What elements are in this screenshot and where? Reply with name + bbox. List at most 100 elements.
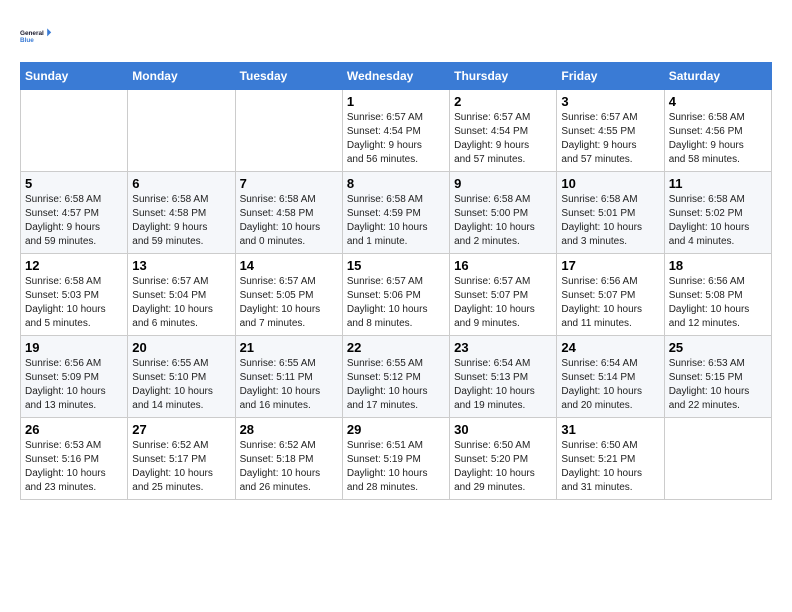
day-number: 2	[454, 94, 552, 109]
day-number: 24	[561, 340, 659, 355]
page-header: GeneralBlue	[20, 20, 772, 52]
day-info: Sunrise: 6:57 AM Sunset: 5:04 PM Dayligh…	[132, 275, 230, 331]
day-number: 25	[669, 340, 767, 355]
day-number: 31	[561, 422, 659, 437]
calendar-cell: 30 Sunrise: 6:50 AM Sunset: 5:20 PM Dayli…	[450, 418, 557, 500]
day-header-wednesday: Wednesday	[342, 63, 449, 90]
day-number: 16	[454, 258, 552, 273]
day-info: Sunrise: 6:58 AM Sunset: 5:01 PM Dayligh…	[561, 193, 659, 249]
day-info: Sunrise: 6:57 AM Sunset: 4:54 PM Dayligh…	[454, 111, 552, 167]
day-number: 18	[669, 258, 767, 273]
calendar-cell: 28 Sunrise: 6:52 AM Sunset: 5:18 PM Dayli…	[235, 418, 342, 500]
day-info: Sunrise: 6:57 AM Sunset: 4:54 PM Dayligh…	[347, 111, 445, 167]
day-info: Sunrise: 6:58 AM Sunset: 5:00 PM Dayligh…	[454, 193, 552, 249]
day-info: Sunrise: 6:57 AM Sunset: 5:05 PM Dayligh…	[240, 275, 338, 331]
calendar-cell	[664, 418, 771, 500]
calendar-cell	[128, 90, 235, 172]
logo-icon: GeneralBlue	[20, 20, 52, 52]
calendar-table: SundayMondayTuesdayWednesdayThursdayFrid…	[20, 62, 772, 500]
day-info: Sunrise: 6:54 AM Sunset: 5:13 PM Dayligh…	[454, 357, 552, 413]
day-number: 21	[240, 340, 338, 355]
calendar-cell: 23 Sunrise: 6:54 AM Sunset: 5:13 PM Dayli…	[450, 336, 557, 418]
calendar-cell: 5 Sunrise: 6:58 AM Sunset: 4:57 PM Daylig…	[21, 172, 128, 254]
day-info: Sunrise: 6:58 AM Sunset: 4:59 PM Dayligh…	[347, 193, 445, 249]
calendar-cell: 21Sunrise: 6:55 AM Sunset: 5:11 PM Dayli…	[235, 336, 342, 418]
logo: GeneralBlue	[20, 20, 52, 52]
calendar-cell: 1 Sunrise: 6:57 AM Sunset: 4:54 PM Daylig…	[342, 90, 449, 172]
day-number: 11	[669, 176, 767, 191]
calendar-cell: 18Sunrise: 6:56 AM Sunset: 5:08 PM Dayli…	[664, 254, 771, 336]
calendar-cell	[21, 90, 128, 172]
day-info: Sunrise: 6:58 AM Sunset: 5:02 PM Dayligh…	[669, 193, 767, 249]
day-number: 10	[561, 176, 659, 191]
day-number: 26	[25, 422, 123, 437]
day-header-thursday: Thursday	[450, 63, 557, 90]
day-number: 1	[347, 94, 445, 109]
day-info: Sunrise: 6:53 AM Sunset: 5:16 PM Dayligh…	[25, 439, 123, 495]
day-number: 23	[454, 340, 552, 355]
day-info: Sunrise: 6:50 AM Sunset: 5:20 PM Dayligh…	[454, 439, 552, 495]
calendar-cell: 7Sunrise: 6:58 AM Sunset: 4:58 PM Daylig…	[235, 172, 342, 254]
day-info: Sunrise: 6:58 AM Sunset: 4:57 PM Dayligh…	[25, 193, 123, 249]
day-number: 30	[454, 422, 552, 437]
day-header-monday: Monday	[128, 63, 235, 90]
calendar-cell: 29 Sunrise: 6:51 AM Sunset: 5:19 PM Dayli…	[342, 418, 449, 500]
day-info: Sunrise: 6:55 AM Sunset: 5:10 PM Dayligh…	[132, 357, 230, 413]
calendar-cell: 19 Sunrise: 6:56 AM Sunset: 5:09 PM Dayli…	[21, 336, 128, 418]
day-number: 6	[132, 176, 230, 191]
week-row-0: 1 Sunrise: 6:57 AM Sunset: 4:54 PM Daylig…	[21, 90, 772, 172]
day-info: Sunrise: 6:54 AM Sunset: 5:14 PM Dayligh…	[561, 357, 659, 413]
calendar-cell: 8Sunrise: 6:58 AM Sunset: 4:59 PM Daylig…	[342, 172, 449, 254]
calendar-cell: 13 Sunrise: 6:57 AM Sunset: 5:04 PM Dayli…	[128, 254, 235, 336]
calendar-cell: 9 Sunrise: 6:58 AM Sunset: 5:00 PM Daylig…	[450, 172, 557, 254]
day-info: Sunrise: 6:56 AM Sunset: 5:07 PM Dayligh…	[561, 275, 659, 331]
calendar-cell	[235, 90, 342, 172]
calendar-cell: 24 Sunrise: 6:54 AM Sunset: 5:14 PM Dayli…	[557, 336, 664, 418]
day-number: 9	[454, 176, 552, 191]
day-header-tuesday: Tuesday	[235, 63, 342, 90]
day-number: 19	[25, 340, 123, 355]
calendar-cell: 15Sunrise: 6:57 AM Sunset: 5:06 PM Dayli…	[342, 254, 449, 336]
day-number: 20	[132, 340, 230, 355]
day-number: 27	[132, 422, 230, 437]
calendar-cell: 11 Sunrise: 6:58 AM Sunset: 5:02 PM Dayli…	[664, 172, 771, 254]
calendar-cell: 22Sunrise: 6:55 AM Sunset: 5:12 PM Dayli…	[342, 336, 449, 418]
day-header-sunday: Sunday	[21, 63, 128, 90]
calendar-cell: 10 Sunrise: 6:58 AM Sunset: 5:01 PM Dayli…	[557, 172, 664, 254]
day-info: Sunrise: 6:50 AM Sunset: 5:21 PM Dayligh…	[561, 439, 659, 495]
day-number: 22	[347, 340, 445, 355]
day-info: Sunrise: 6:52 AM Sunset: 5:18 PM Dayligh…	[240, 439, 338, 495]
day-info: Sunrise: 6:58 AM Sunset: 4:58 PM Dayligh…	[132, 193, 230, 249]
calendar-cell: 26 Sunrise: 6:53 AM Sunset: 5:16 PM Dayli…	[21, 418, 128, 500]
day-info: Sunrise: 6:58 AM Sunset: 4:56 PM Dayligh…	[669, 111, 767, 167]
calendar-cell: 20 Sunrise: 6:55 AM Sunset: 5:10 PM Dayli…	[128, 336, 235, 418]
svg-text:Blue: Blue	[20, 37, 34, 44]
day-info: Sunrise: 6:57 AM Sunset: 5:07 PM Dayligh…	[454, 275, 552, 331]
day-info: Sunrise: 6:52 AM Sunset: 5:17 PM Dayligh…	[132, 439, 230, 495]
week-row-4: 26 Sunrise: 6:53 AM Sunset: 5:16 PM Dayli…	[21, 418, 772, 500]
day-number: 14	[240, 258, 338, 273]
calendar-cell: 17Sunrise: 6:56 AM Sunset: 5:07 PM Dayli…	[557, 254, 664, 336]
day-info: Sunrise: 6:58 AM Sunset: 5:03 PM Dayligh…	[25, 275, 123, 331]
day-number: 5	[25, 176, 123, 191]
day-info: Sunrise: 6:56 AM Sunset: 5:09 PM Dayligh…	[25, 357, 123, 413]
day-number: 12	[25, 258, 123, 273]
day-number: 4	[669, 94, 767, 109]
calendar-cell: 3 Sunrise: 6:57 AM Sunset: 4:55 PM Daylig…	[557, 90, 664, 172]
calendar-cell: 25 Sunrise: 6:53 AM Sunset: 5:15 PM Dayli…	[664, 336, 771, 418]
calendar-cell: 16 Sunrise: 6:57 AM Sunset: 5:07 PM Dayli…	[450, 254, 557, 336]
day-number: 29	[347, 422, 445, 437]
day-number: 13	[132, 258, 230, 273]
week-row-2: 12 Sunrise: 6:58 AM Sunset: 5:03 PM Dayli…	[21, 254, 772, 336]
calendar-cell: 2 Sunrise: 6:57 AM Sunset: 4:54 PM Daylig…	[450, 90, 557, 172]
day-header-saturday: Saturday	[664, 63, 771, 90]
day-info: Sunrise: 6:57 AM Sunset: 4:55 PM Dayligh…	[561, 111, 659, 167]
day-info: Sunrise: 6:53 AM Sunset: 5:15 PM Dayligh…	[669, 357, 767, 413]
header-row: SundayMondayTuesdayWednesdayThursdayFrid…	[21, 63, 772, 90]
day-number: 3	[561, 94, 659, 109]
day-info: Sunrise: 6:57 AM Sunset: 5:06 PM Dayligh…	[347, 275, 445, 331]
calendar-cell: 27 Sunrise: 6:52 AM Sunset: 5:17 PM Dayli…	[128, 418, 235, 500]
day-number: 28	[240, 422, 338, 437]
calendar-cell: 4 Sunrise: 6:58 AM Sunset: 4:56 PM Daylig…	[664, 90, 771, 172]
day-info: Sunrise: 6:51 AM Sunset: 5:19 PM Dayligh…	[347, 439, 445, 495]
